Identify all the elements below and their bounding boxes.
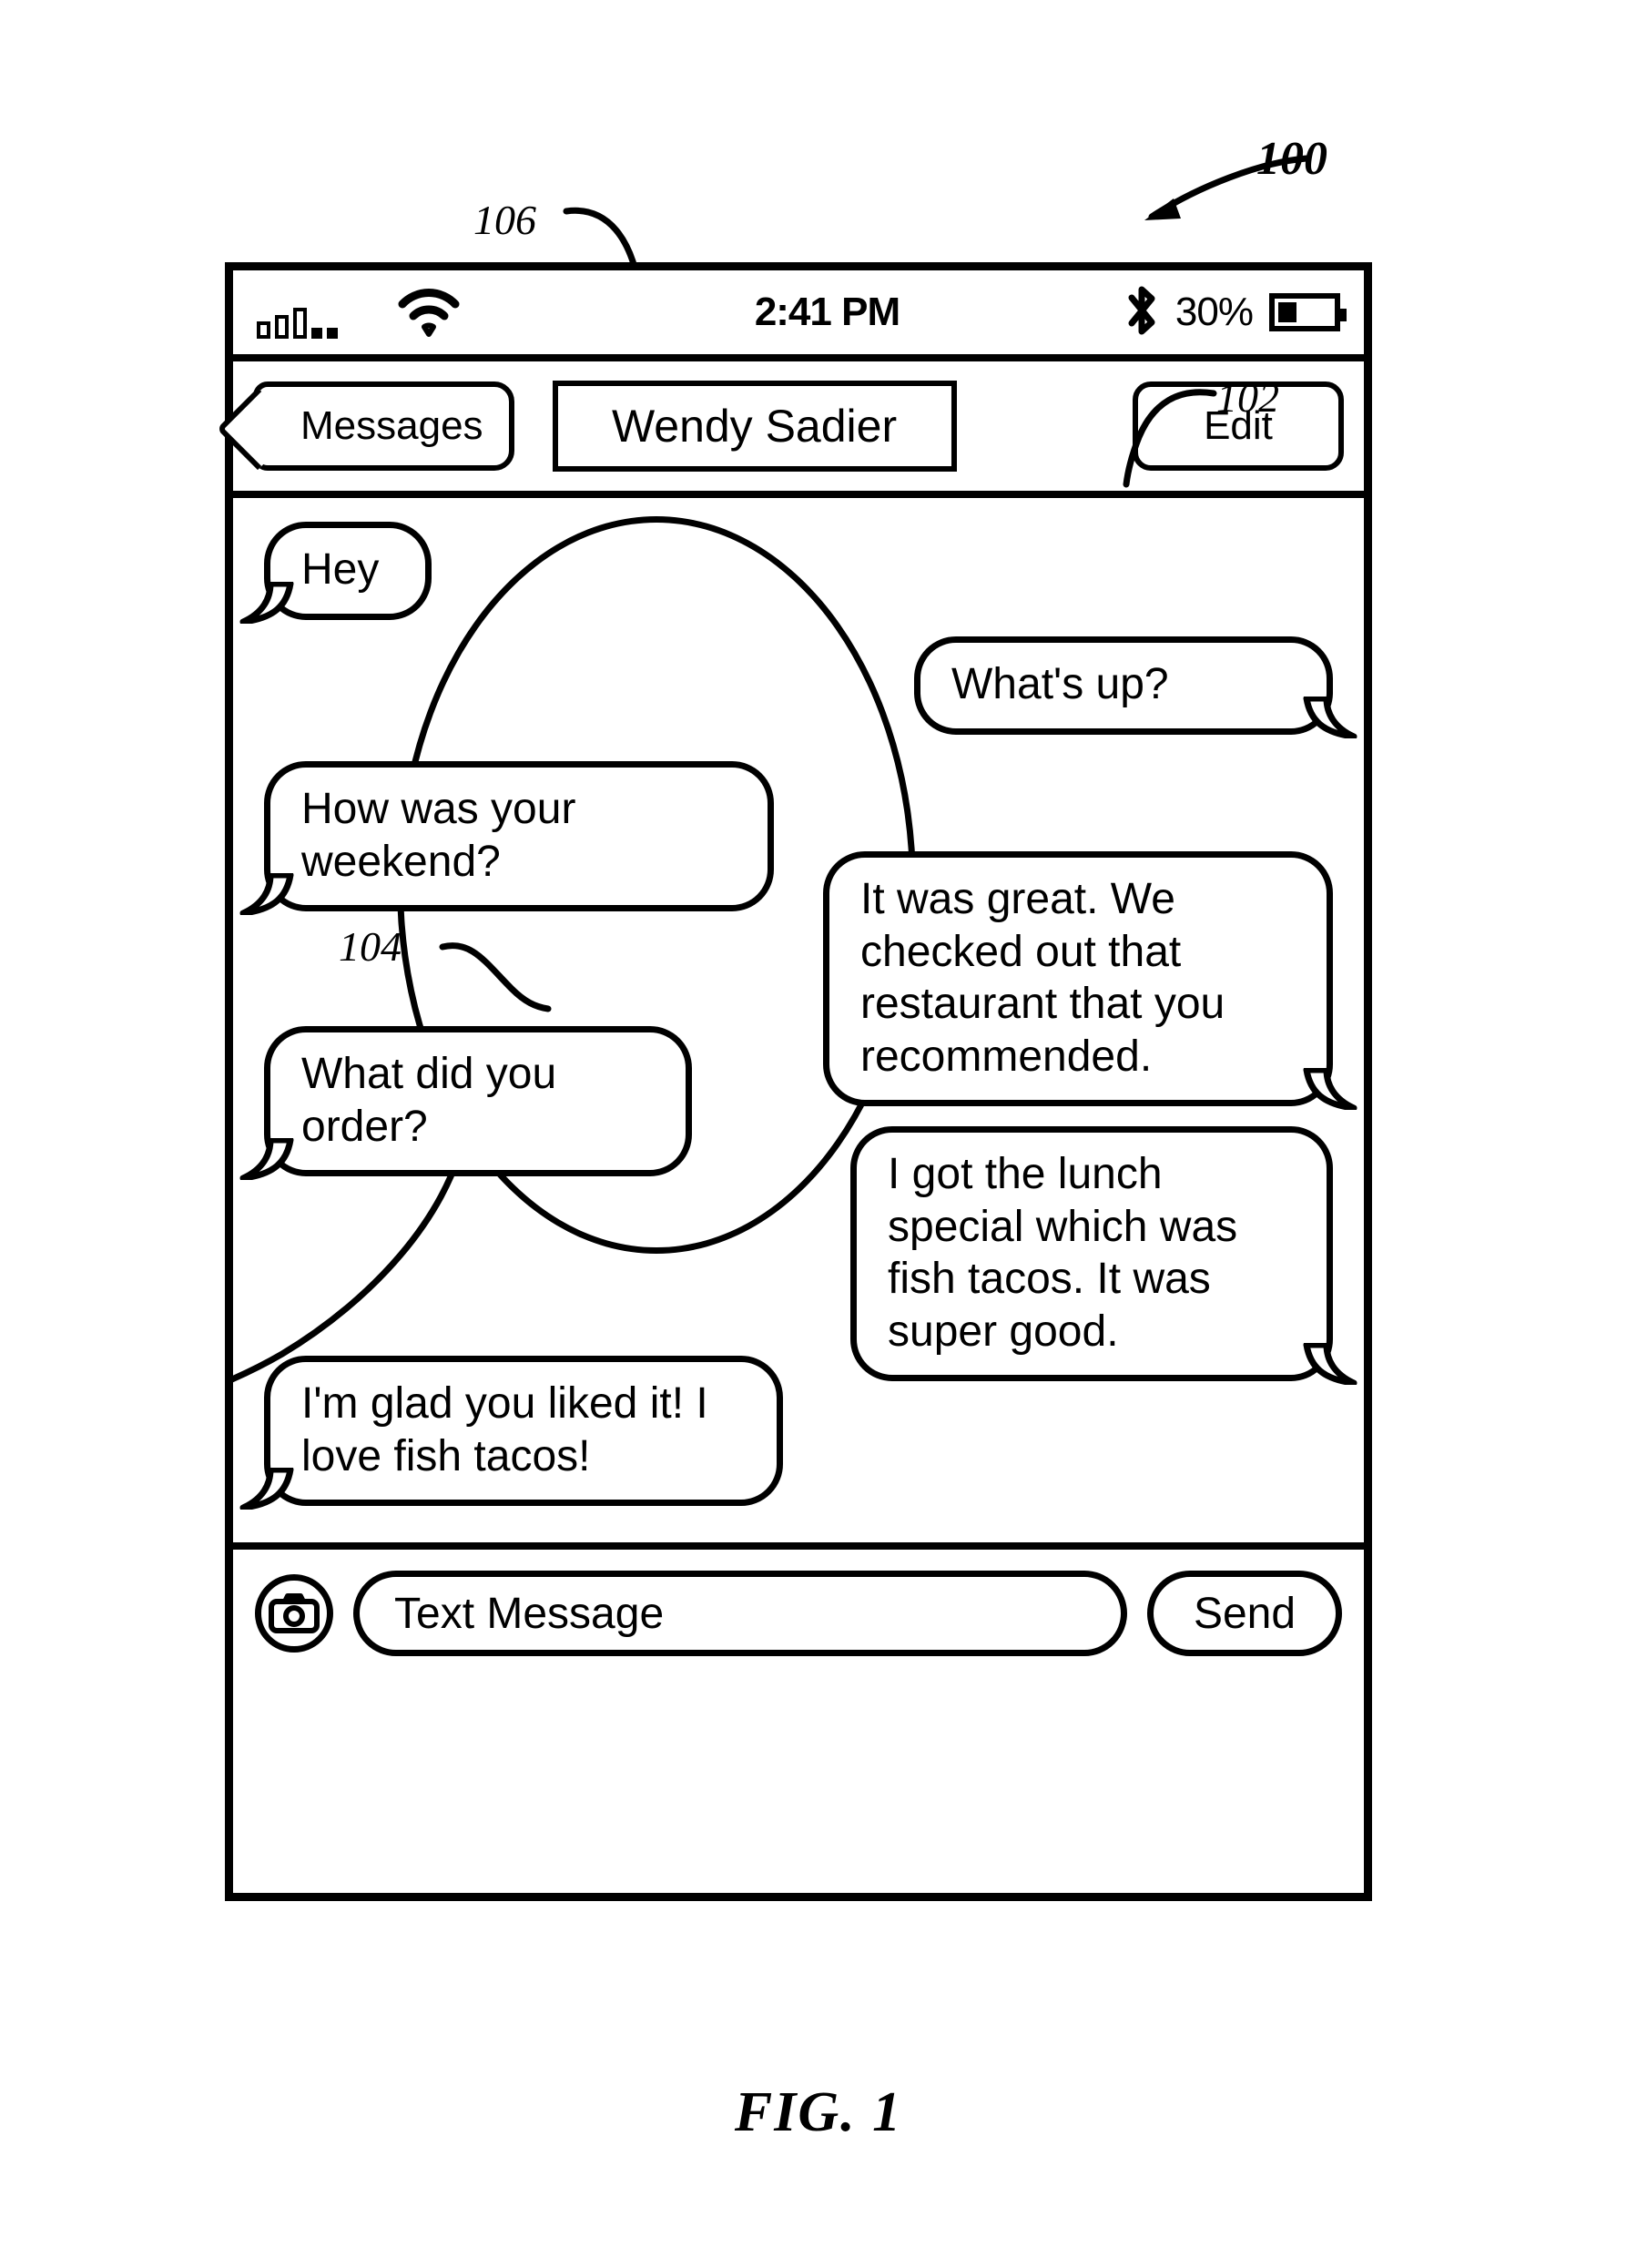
ref-numeral-100: 100 xyxy=(1256,133,1327,185)
bubble-tail-icon xyxy=(1303,696,1357,738)
ref-numeral-106: 106 xyxy=(473,197,536,243)
bubble-tail-icon xyxy=(239,1468,294,1510)
battery-fill xyxy=(1278,302,1296,322)
signal-dot-4 xyxy=(311,328,322,339)
cellular-signal-icon xyxy=(257,286,530,339)
bubble-tail-icon xyxy=(1303,1343,1357,1386)
ref-numeral-104: 104 xyxy=(339,923,402,970)
status-time-wrap: 2:41 PM xyxy=(530,290,1124,335)
back-button-label: Messages xyxy=(300,403,483,448)
signal-dot-5 xyxy=(327,328,338,339)
status-time: 2:41 PM xyxy=(754,290,900,334)
navigation-bar: Messages Wendy Sadier Edit xyxy=(233,354,1364,491)
message-bubble-incoming[interactable]: I'm glad you liked it! I love fish tacos… xyxy=(239,1356,783,1510)
camera-icon[interactable] xyxy=(255,1574,333,1653)
message-text: I got the lunch special which was fish t… xyxy=(888,1150,1238,1356)
message-bubble-incoming[interactable]: What did you order? xyxy=(239,1026,692,1181)
message-text: How was your weekend? xyxy=(301,785,576,886)
phone-device: 2:41 PM 30% Messages Wendy Sadier Edit H… xyxy=(225,262,1372,1901)
signal-bar-1 xyxy=(257,321,270,339)
bluetooth-icon xyxy=(1124,284,1159,341)
message-bubble-incoming[interactable]: Hey xyxy=(239,522,432,624)
text-message-placeholder: Text Message xyxy=(394,1589,665,1638)
battery-percent-label: 30% xyxy=(1174,290,1254,334)
bubble-tail-icon xyxy=(1303,1068,1357,1111)
figure-caption: FIG. 1 xyxy=(734,2081,903,2143)
message-text: Hey xyxy=(301,545,380,594)
message-text: What did you order? xyxy=(301,1050,557,1151)
message-text: It was great. We checked out that restau… xyxy=(860,875,1225,1081)
status-bar: 2:41 PM 30% xyxy=(233,270,1364,354)
status-right-group: 30% xyxy=(1124,284,1347,341)
bubble-tail-icon xyxy=(239,873,294,916)
back-button-messages[interactable]: Messages xyxy=(253,381,514,471)
wifi-icon xyxy=(342,286,515,339)
ref-numeral-102: 102 xyxy=(1216,374,1279,421)
message-text: I'm glad you liked it! I love fish tacos… xyxy=(301,1379,708,1480)
conversation-thread[interactable]: Hey What's up? How was your weekend? It … xyxy=(233,491,1364,1542)
text-message-input[interactable]: Text Message xyxy=(353,1571,1127,1656)
message-input-bar: Text Message Send xyxy=(233,1542,1364,1677)
conversation-title: Wendy Sadier xyxy=(552,381,957,472)
message-bubble-outgoing[interactable]: It was great. We checked out that restau… xyxy=(823,851,1357,1111)
message-bubble-outgoing[interactable]: I got the lunch special which was fish t… xyxy=(850,1126,1357,1386)
send-button[interactable]: Send xyxy=(1147,1571,1342,1656)
message-bubble-incoming[interactable]: How was your weekend? xyxy=(239,761,774,916)
bubble-tail-icon xyxy=(239,1138,294,1181)
signal-bar-2 xyxy=(275,315,289,339)
signal-bar-3 xyxy=(293,308,307,339)
battery-icon xyxy=(1269,293,1347,331)
message-text: What's up? xyxy=(951,660,1169,708)
message-bubble-outgoing[interactable]: What's up? xyxy=(914,636,1357,738)
bubble-tail-icon xyxy=(239,581,294,624)
